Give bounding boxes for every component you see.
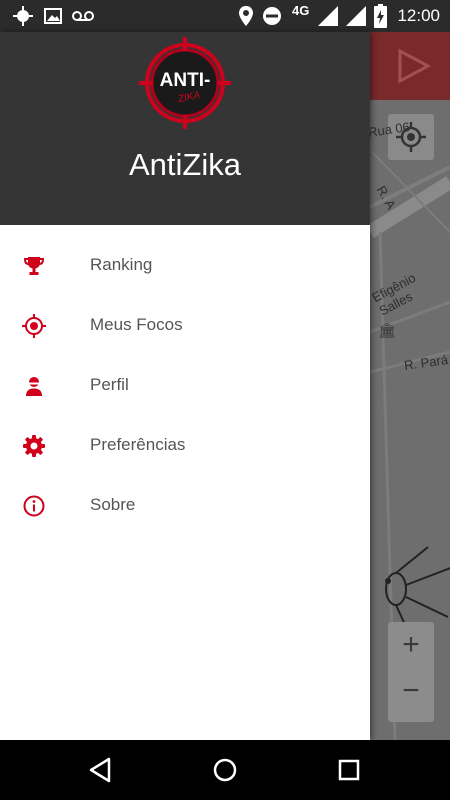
trophy-icon — [23, 257, 45, 275]
info-icon — [23, 495, 45, 517]
app-title: AntiZika — [129, 147, 241, 182]
svg-text:ANTI-: ANTI- — [160, 70, 211, 91]
signal-icon — [318, 6, 338, 26]
image-icon — [44, 8, 62, 24]
person-icon — [26, 377, 42, 396]
signal-icon — [346, 6, 366, 26]
gps-icon — [13, 6, 33, 26]
gear-icon — [23, 435, 45, 457]
bank-icon: 🏛 — [378, 322, 396, 338]
back-icon[interactable] — [86, 755, 116, 785]
navigation-drawer: ANTI- ZIKA AntiZika Ranking Meus Focos P… — [0, 32, 370, 740]
charging-battery-icon — [374, 4, 387, 28]
menu-item-sobre[interactable]: Sobre — [0, 475, 370, 535]
system-nav-bar — [0, 740, 450, 800]
status-bar: 4G 12:00 — [0, 0, 450, 32]
antizika-logo: ANTI- ZIKA — [139, 37, 231, 129]
menu-item-perfil[interactable]: Perfil — [0, 355, 370, 415]
menu-item-meus-focos[interactable]: Meus Focos — [0, 295, 370, 355]
menu-item-ranking[interactable]: Ranking — [0, 235, 370, 295]
clock: 12:00 — [397, 6, 440, 25]
menu-item-label: Perfil — [90, 375, 129, 394]
drawer-header: ANTI- ZIKA AntiZika — [0, 32, 370, 225]
home-icon[interactable] — [210, 755, 240, 785]
menu-item-preferencias[interactable]: Preferências — [0, 415, 370, 475]
network-type: 4G — [292, 3, 310, 18]
menu-item-label: Meus Focos — [90, 315, 183, 334]
voicemail-icon — [72, 11, 94, 21]
menu-item-label: Preferências — [90, 435, 186, 454]
target-icon — [22, 314, 46, 338]
play-icon[interactable] — [392, 46, 436, 86]
location-icon — [239, 6, 253, 26]
zoom-in-button[interactable]: + — [388, 628, 434, 662]
dnd-icon — [263, 7, 281, 25]
drawer-menu: Ranking Meus Focos Perfil Preferências S… — [0, 235, 370, 535]
menu-item-label: Ranking — [90, 255, 153, 274]
recents-icon[interactable] — [334, 755, 364, 785]
zoom-out-button[interactable]: − — [388, 674, 434, 708]
menu-item-label: Sobre — [90, 495, 136, 514]
zoom-controls: + − — [388, 622, 434, 722]
